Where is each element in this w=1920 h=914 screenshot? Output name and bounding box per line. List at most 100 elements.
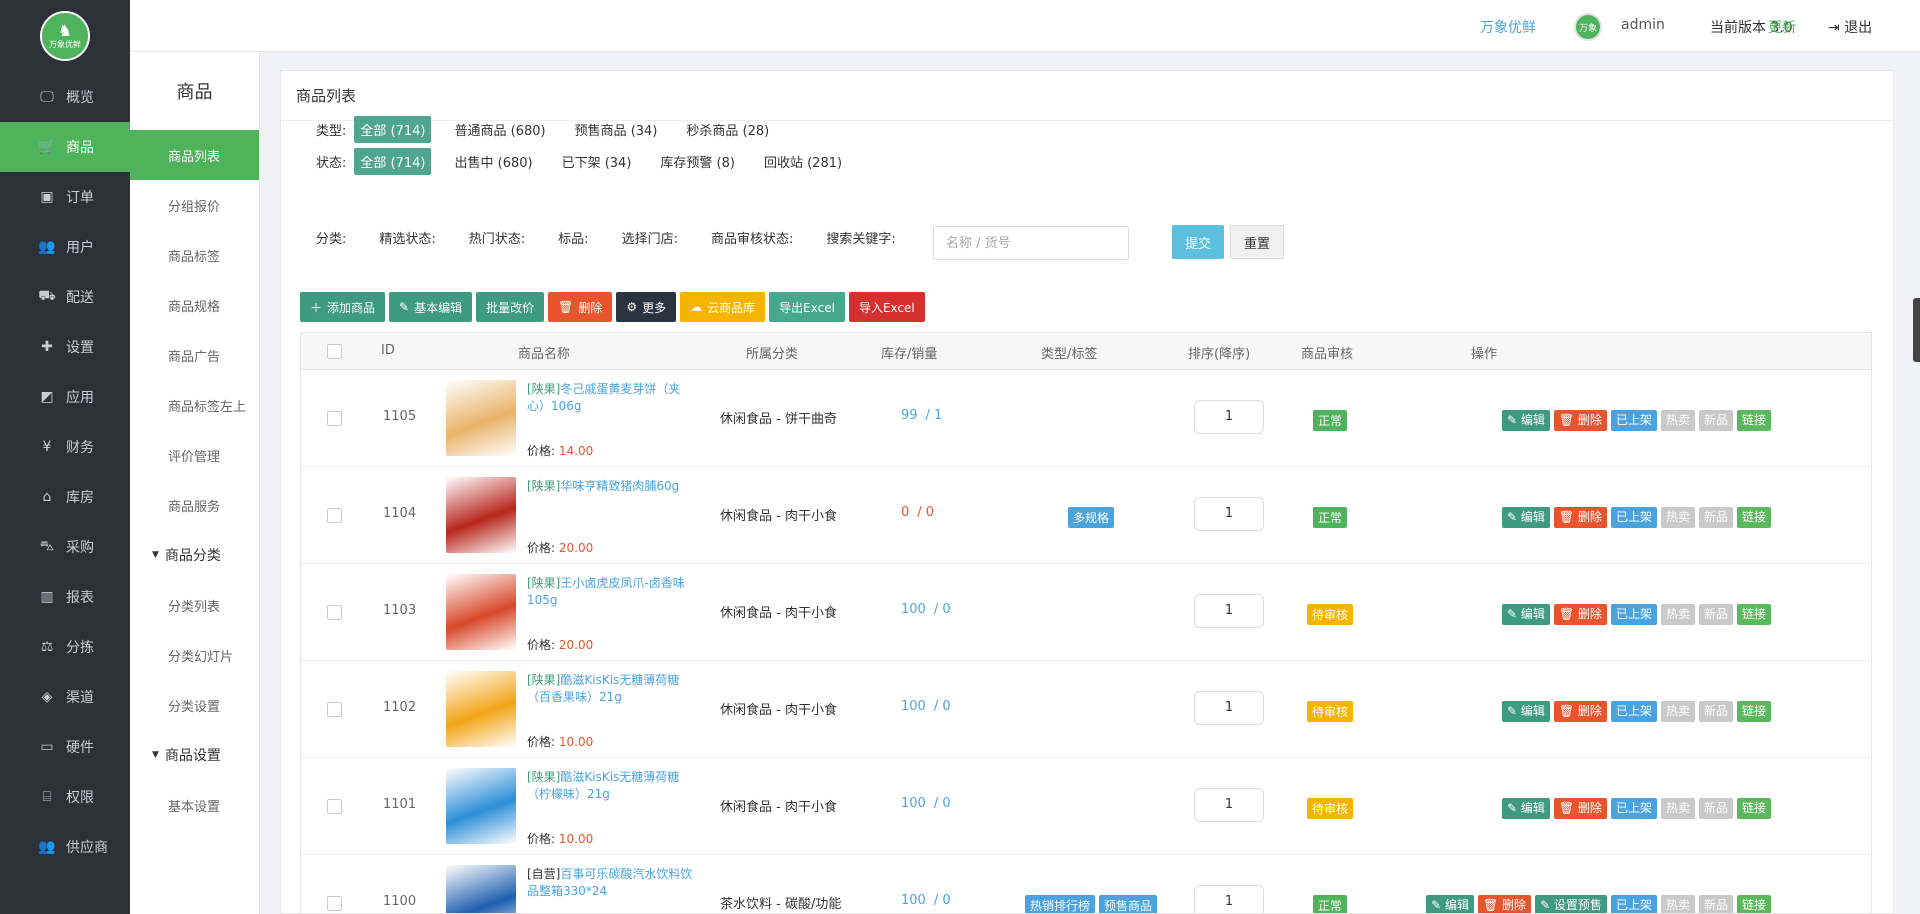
- row-checkbox[interactable]: [327, 508, 342, 523]
- product-name-link[interactable]: [陕果]酷滋KisKis无糖薄荷糖（柠檬味）21g: [527, 769, 697, 803]
- sort-input[interactable]: 1: [1194, 788, 1264, 822]
- nav-item[interactable]: 👥 供应商: [0, 822, 130, 872]
- row-action-button[interactable]: 🗑 删除: [1553, 507, 1607, 528]
- row-action-button[interactable]: ✎ 编辑: [1502, 798, 1550, 819]
- row-action-button[interactable]: 新品: [1698, 507, 1733, 528]
- filter-field-label[interactable]: 选择门店:: [622, 228, 678, 247]
- filter-field-label[interactable]: 搜索关键字:: [826, 228, 895, 247]
- row-action-button[interactable]: 新品: [1698, 604, 1733, 625]
- toolbar-button[interactable]: ＋ 添加商品: [300, 292, 386, 322]
- subnav-item[interactable]: 商品列表: [130, 130, 259, 180]
- subnav-item[interactable]: 分类列表: [130, 580, 259, 630]
- logout-button[interactable]: ⇥ 退出: [1828, 17, 1872, 37]
- filter-field-label[interactable]: 热门状态:: [469, 228, 525, 247]
- row-action-button[interactable]: 链接: [1736, 701, 1771, 722]
- row-action-button[interactable]: 链接: [1736, 604, 1771, 625]
- row-checkbox[interactable]: [327, 605, 342, 620]
- toolbar-button[interactable]: ☁ 云商品库: [680, 292, 766, 322]
- nav-item[interactable]: ⌸ 权限: [0, 772, 130, 822]
- nav-item[interactable]: ◈ 渠道: [0, 672, 130, 722]
- status-filter-option[interactable]: 出售中 (680): [448, 148, 538, 175]
- row-checkbox[interactable]: [327, 799, 342, 814]
- row-action-button[interactable]: 新品: [1698, 895, 1733, 913]
- type-filter-option[interactable]: 普通商品 (680): [448, 116, 551, 143]
- nav-item[interactable]: 🛒 商品: [0, 122, 130, 172]
- row-action-button[interactable]: 已上架: [1610, 895, 1657, 913]
- product-thumbnail[interactable]: [446, 671, 516, 747]
- product-thumbnail[interactable]: [446, 574, 516, 650]
- filter-field-label[interactable]: 标品:: [558, 228, 588, 247]
- status-filter-option[interactable]: 全部 (714): [354, 148, 432, 175]
- row-action-button[interactable]: 已上架: [1610, 701, 1657, 722]
- row-action-button[interactable]: ✎ 编辑: [1426, 895, 1474, 913]
- toolbar-button[interactable]: 🗑 删除: [548, 292, 613, 322]
- avatar[interactable]: 万象: [1574, 13, 1602, 41]
- select-all-checkbox[interactable]: [327, 344, 342, 359]
- toolbar-button[interactable]: ⚙ 更多: [616, 292, 677, 322]
- sort-input[interactable]: 1: [1194, 497, 1264, 531]
- row-action-button[interactable]: 链接: [1736, 798, 1771, 819]
- update-link[interactable]: 更新: [1768, 17, 1796, 37]
- nav-item[interactable]: 👥 用户: [0, 222, 130, 272]
- brand-logo[interactable]: ♞ 万象优鲜: [0, 0, 130, 72]
- row-action-button[interactable]: ✎ 编辑: [1502, 701, 1550, 722]
- nav-item[interactable]: ¥ 财务: [0, 422, 130, 472]
- status-filter-option[interactable]: 库存预警 (8): [654, 148, 741, 175]
- row-action-button[interactable]: ✎ 编辑: [1502, 604, 1550, 625]
- product-name-link[interactable]: [陕果]冬己戚蛋黄麦芽饼（夹心）106g: [527, 381, 697, 415]
- row-action-button[interactable]: 新品: [1698, 410, 1733, 431]
- nav-item[interactable]: ⛟ 配送: [0, 272, 130, 322]
- row-action-button[interactable]: 链接: [1736, 410, 1771, 431]
- type-filter-option[interactable]: 预售商品 (34): [569, 116, 664, 143]
- side-scroll-handle[interactable]: [1913, 298, 1920, 362]
- row-action-button[interactable]: 已上架: [1610, 604, 1657, 625]
- subnav-item[interactable]: 分类幻灯片: [130, 630, 259, 680]
- row-action-button[interactable]: 🗑 删除: [1553, 798, 1607, 819]
- row-action-button[interactable]: 热卖: [1660, 507, 1695, 528]
- subnav-item[interactable]: 分组报价: [130, 180, 259, 230]
- reset-button[interactable]: 重置: [1230, 225, 1284, 259]
- nav-item[interactable]: ▣ 订单: [0, 172, 130, 222]
- row-action-button[interactable]: 新品: [1698, 701, 1733, 722]
- row-action-button[interactable]: 热卖: [1660, 701, 1695, 722]
- submit-button[interactable]: 提交: [1172, 225, 1224, 259]
- sort-input[interactable]: 1: [1194, 594, 1264, 628]
- row-action-button[interactable]: 已上架: [1610, 798, 1657, 819]
- row-action-button[interactable]: 🗑 删除: [1478, 895, 1532, 913]
- product-name-link[interactable]: [陕果]王小卤虎皮凤爪-卤香味105g: [527, 575, 697, 609]
- product-thumbnail[interactable]: [446, 768, 516, 844]
- subnav-item[interactable]: 基本设置: [130, 780, 259, 830]
- sort-input[interactable]: 1: [1194, 400, 1264, 434]
- row-checkbox[interactable]: [327, 411, 342, 426]
- row-action-button[interactable]: 已上架: [1610, 507, 1657, 528]
- row-action-button[interactable]: ✎ 编辑: [1502, 410, 1550, 431]
- type-filter-option[interactable]: 秒杀商品 (28): [680, 116, 775, 143]
- row-action-button[interactable]: 热卖: [1660, 798, 1695, 819]
- row-action-button[interactable]: 已上架: [1610, 410, 1657, 431]
- nav-item[interactable]: ✚ 设置: [0, 322, 130, 372]
- subnav-item[interactable]: 商品服务: [130, 480, 259, 530]
- row-action-button[interactable]: 热卖: [1660, 604, 1695, 625]
- nav-item[interactable]: ⚖ 分拣: [0, 622, 130, 672]
- row-action-button[interactable]: 🗑 删除: [1553, 701, 1607, 722]
- row-action-button[interactable]: 热卖: [1660, 895, 1695, 913]
- nav-item[interactable]: ▥ 报表: [0, 572, 130, 622]
- subnav-item[interactable]: 商品标签: [130, 230, 259, 280]
- row-action-button[interactable]: ✎ 设置预售: [1535, 895, 1607, 913]
- subnav-item[interactable]: 分类设置: [130, 680, 259, 730]
- status-filter-option[interactable]: 回收站 (281): [758, 148, 848, 175]
- type-filter-option[interactable]: 全部 (714): [354, 116, 432, 143]
- toolbar-button[interactable]: 导入Excel: [848, 292, 925, 322]
- filter-field-label[interactable]: 分类:: [316, 228, 346, 247]
- row-action-button[interactable]: 热卖: [1660, 410, 1695, 431]
- product-name-link[interactable]: [陕果]华味亨精致猪肉脯60g: [527, 478, 697, 495]
- row-checkbox[interactable]: [327, 896, 342, 911]
- status-filter-option[interactable]: 已下架 (34): [556, 148, 638, 175]
- sort-input[interactable]: 1: [1194, 691, 1264, 725]
- nav-item[interactable]: ⌂ 库房: [0, 472, 130, 522]
- product-name-link[interactable]: [陕果]酷滋KisKis无糖薄荷糖（百香果味）21g: [527, 672, 697, 706]
- toolbar-button[interactable]: 批量改价: [476, 292, 545, 322]
- product-thumbnail[interactable]: [446, 380, 516, 456]
- row-action-button[interactable]: ✎ 编辑: [1502, 507, 1550, 528]
- search-input[interactable]: [933, 226, 1129, 260]
